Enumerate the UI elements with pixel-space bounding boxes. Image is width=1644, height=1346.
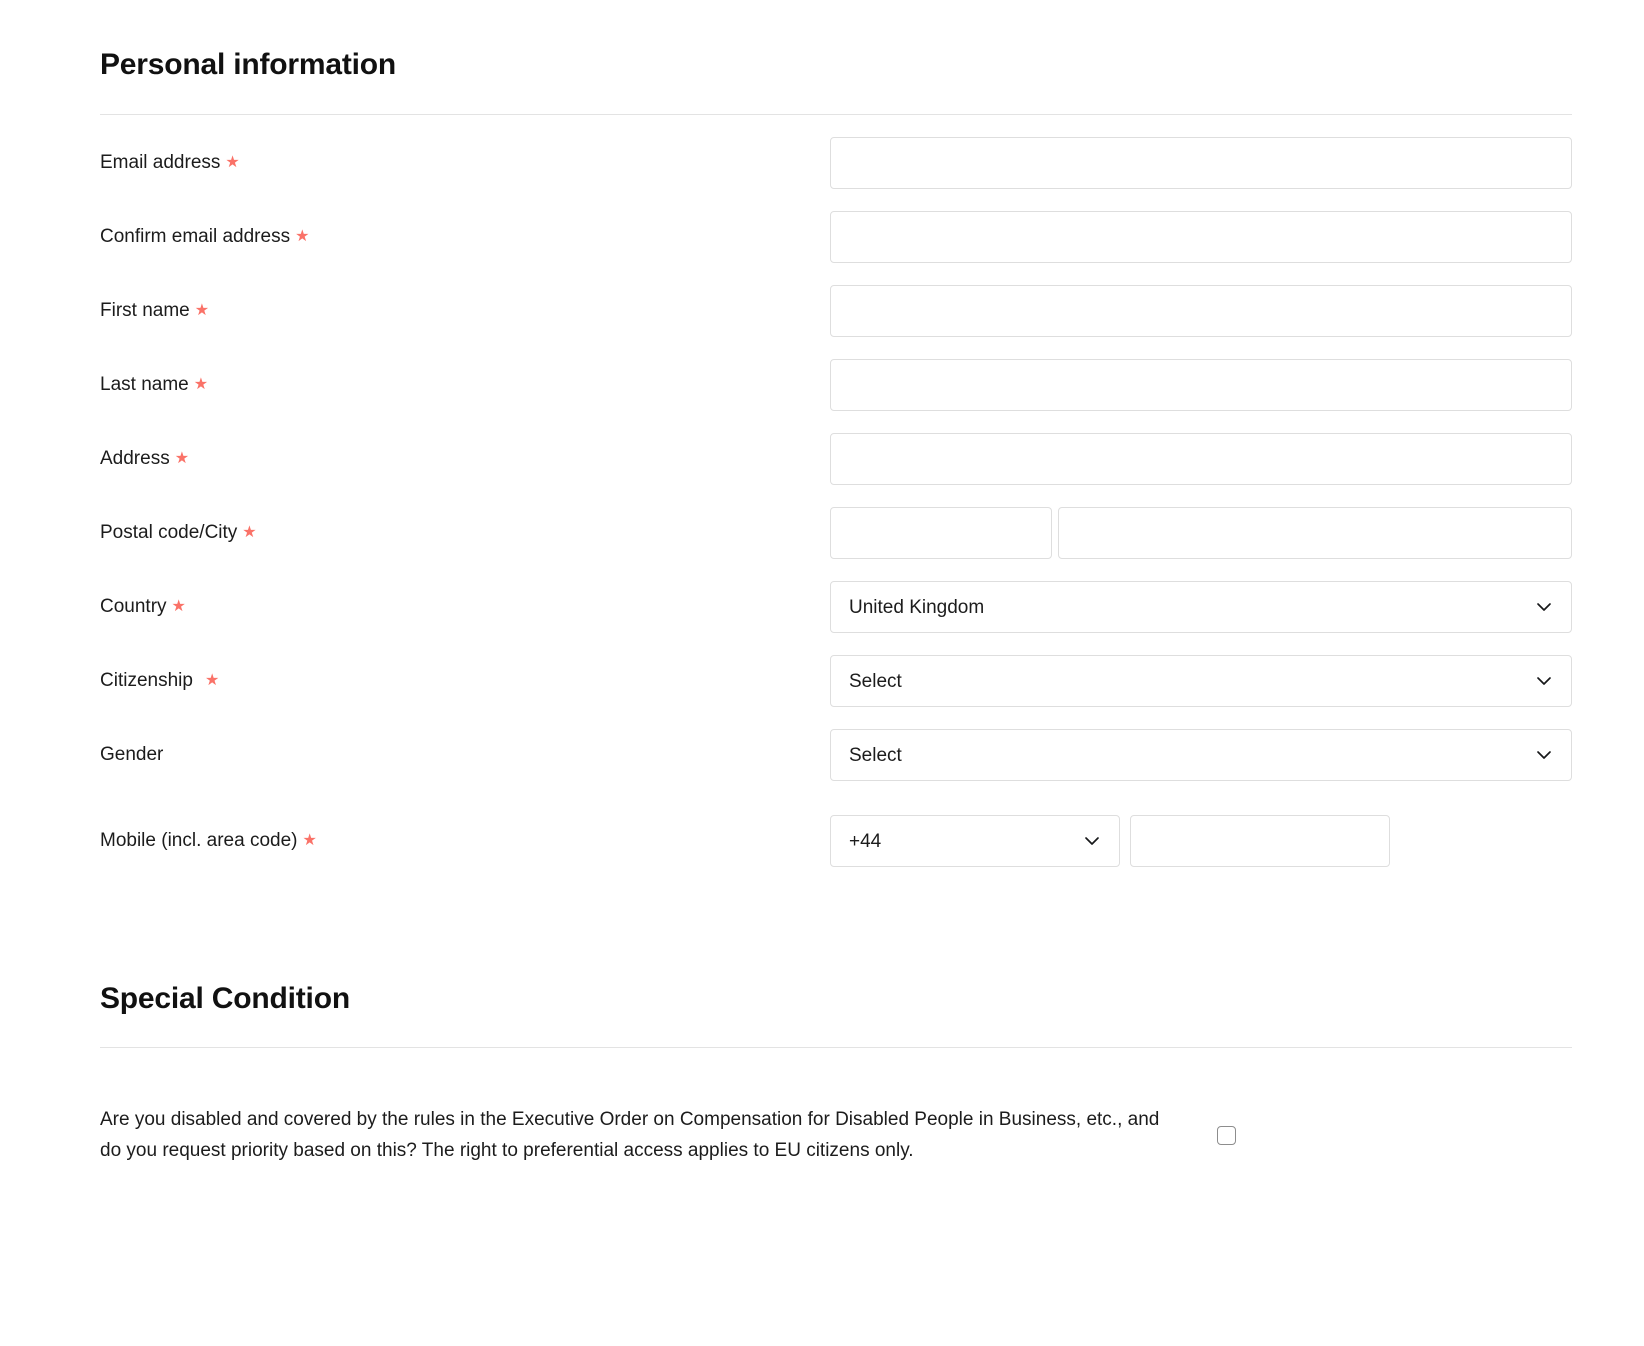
label-text: Email address	[100, 152, 221, 173]
address-input[interactable]	[830, 433, 1572, 485]
control-postal-code-city	[830, 507, 1572, 559]
form-row-first-name: First name ★	[100, 285, 1572, 337]
section-divider	[100, 114, 1572, 115]
chevron-down-icon	[1534, 597, 1554, 617]
label-first-name: First name ★	[100, 298, 830, 324]
disability-question-text: Are you disabled and covered by the rule…	[100, 1109, 1160, 1161]
mobile-dial-code-value: +44	[849, 831, 882, 851]
special-condition-body: Are you disabled and covered by the rule…	[100, 1104, 1572, 1166]
form-row-confirm-email-address: Confirm email address ★	[100, 211, 1572, 263]
label-text: Last name	[100, 374, 189, 395]
label-text: Address	[100, 448, 170, 469]
gender-select-value: Select	[849, 745, 902, 765]
label-confirm-email-address: Confirm email address ★	[100, 224, 830, 250]
gender-select[interactable]: Select	[830, 729, 1572, 781]
email-address-input[interactable]	[830, 137, 1572, 189]
required-asterisk-icon: ★	[295, 228, 310, 245]
city-input[interactable]	[1058, 507, 1572, 559]
confirm-email-address-input[interactable]	[830, 211, 1572, 263]
control-citizenship: Select	[830, 655, 1572, 707]
last-name-input[interactable]	[830, 359, 1572, 411]
form-row-postal-code-city: Postal code/City ★	[100, 507, 1572, 559]
label-mobile: Mobile (incl. area code) ★	[100, 828, 830, 854]
mobile-number-wrapper	[1130, 815, 1390, 867]
control-gender: Select	[830, 729, 1572, 781]
label-text: Gender	[100, 744, 164, 765]
first-name-input[interactable]	[830, 285, 1572, 337]
label-text: Citizenship	[100, 670, 193, 691]
citizenship-select[interactable]: Select	[830, 655, 1572, 707]
form-row-address: Address ★	[100, 433, 1572, 485]
label-text: First name	[100, 300, 190, 321]
label-text: Confirm email address	[100, 226, 291, 247]
section-divider	[100, 1047, 1572, 1048]
control-country: United Kingdom	[830, 581, 1572, 633]
special-condition-section: Special Condition Are you disabled and c…	[0, 867, 1644, 1166]
required-asterisk-icon: ★	[194, 302, 210, 319]
country-select-value: United Kingdom	[849, 597, 985, 617]
country-select[interactable]: United Kingdom	[830, 581, 1572, 633]
label-gender: Gender	[100, 742, 830, 768]
form-row-email-address: Email address ★	[100, 137, 1572, 189]
disability-checkbox[interactable]	[1217, 1125, 1236, 1145]
form-page: Personal information Email address ★ Conf…	[0, 0, 1644, 1346]
form-row-country: Country ★ United Kingdom	[100, 581, 1572, 633]
chevron-down-icon	[1534, 671, 1554, 691]
mobile-dial-code-select[interactable]: +44	[830, 815, 1120, 867]
label-address: Address ★	[100, 446, 830, 472]
citizenship-select-value: Select	[849, 671, 902, 691]
required-asterisk-icon: ★	[193, 376, 209, 393]
city-wrapper	[1058, 507, 1572, 559]
control-address	[830, 433, 1572, 485]
disability-checkbox-cell	[1217, 1125, 1236, 1145]
page-title: Personal information	[100, 48, 397, 81]
label-last-name: Last name ★	[100, 372, 830, 398]
form-row-mobile: Mobile (incl. area code) ★ +44	[100, 815, 1572, 867]
form-row-last-name: Last name ★	[100, 359, 1572, 411]
required-asterisk-icon: ★	[302, 832, 317, 849]
chevron-down-icon	[1534, 745, 1554, 765]
special-condition-title: Special Condition	[100, 982, 350, 1015]
label-email-address: Email address ★	[100, 150, 830, 176]
control-confirm-email-address	[830, 211, 1572, 263]
required-asterisk-icon: ★	[171, 598, 186, 615]
control-last-name	[830, 359, 1572, 411]
label-text: Country	[100, 596, 167, 617]
label-citizenship: Citizenship ★	[100, 668, 830, 694]
control-mobile: +44	[830, 815, 1572, 867]
required-asterisk-icon: ★	[204, 672, 220, 689]
chevron-down-icon	[1082, 831, 1102, 851]
personal-information-section: Personal information Email address ★ Conf…	[0, 0, 1644, 867]
label-text: Mobile (incl. area code)	[100, 830, 298, 851]
label-country: Country ★	[100, 594, 830, 620]
form-row-citizenship: Citizenship ★ Select	[100, 655, 1572, 707]
control-email-address	[830, 137, 1572, 189]
form-row-gender: Gender Select	[100, 729, 1572, 781]
required-asterisk-icon: ★	[174, 450, 190, 467]
postal-code-wrapper	[830, 507, 1052, 559]
postal-code-input[interactable]	[830, 507, 1052, 559]
control-first-name	[830, 285, 1572, 337]
required-asterisk-icon: ★	[242, 524, 257, 541]
label-text: Postal code/City	[100, 522, 238, 543]
personal-information-fields: Email address ★ Confirm email address ★ Fi…	[100, 137, 1572, 867]
label-postal-code-city: Postal code/City ★	[100, 520, 830, 546]
required-asterisk-icon: ★	[225, 154, 240, 171]
mobile-number-input[interactable]	[1130, 815, 1390, 867]
